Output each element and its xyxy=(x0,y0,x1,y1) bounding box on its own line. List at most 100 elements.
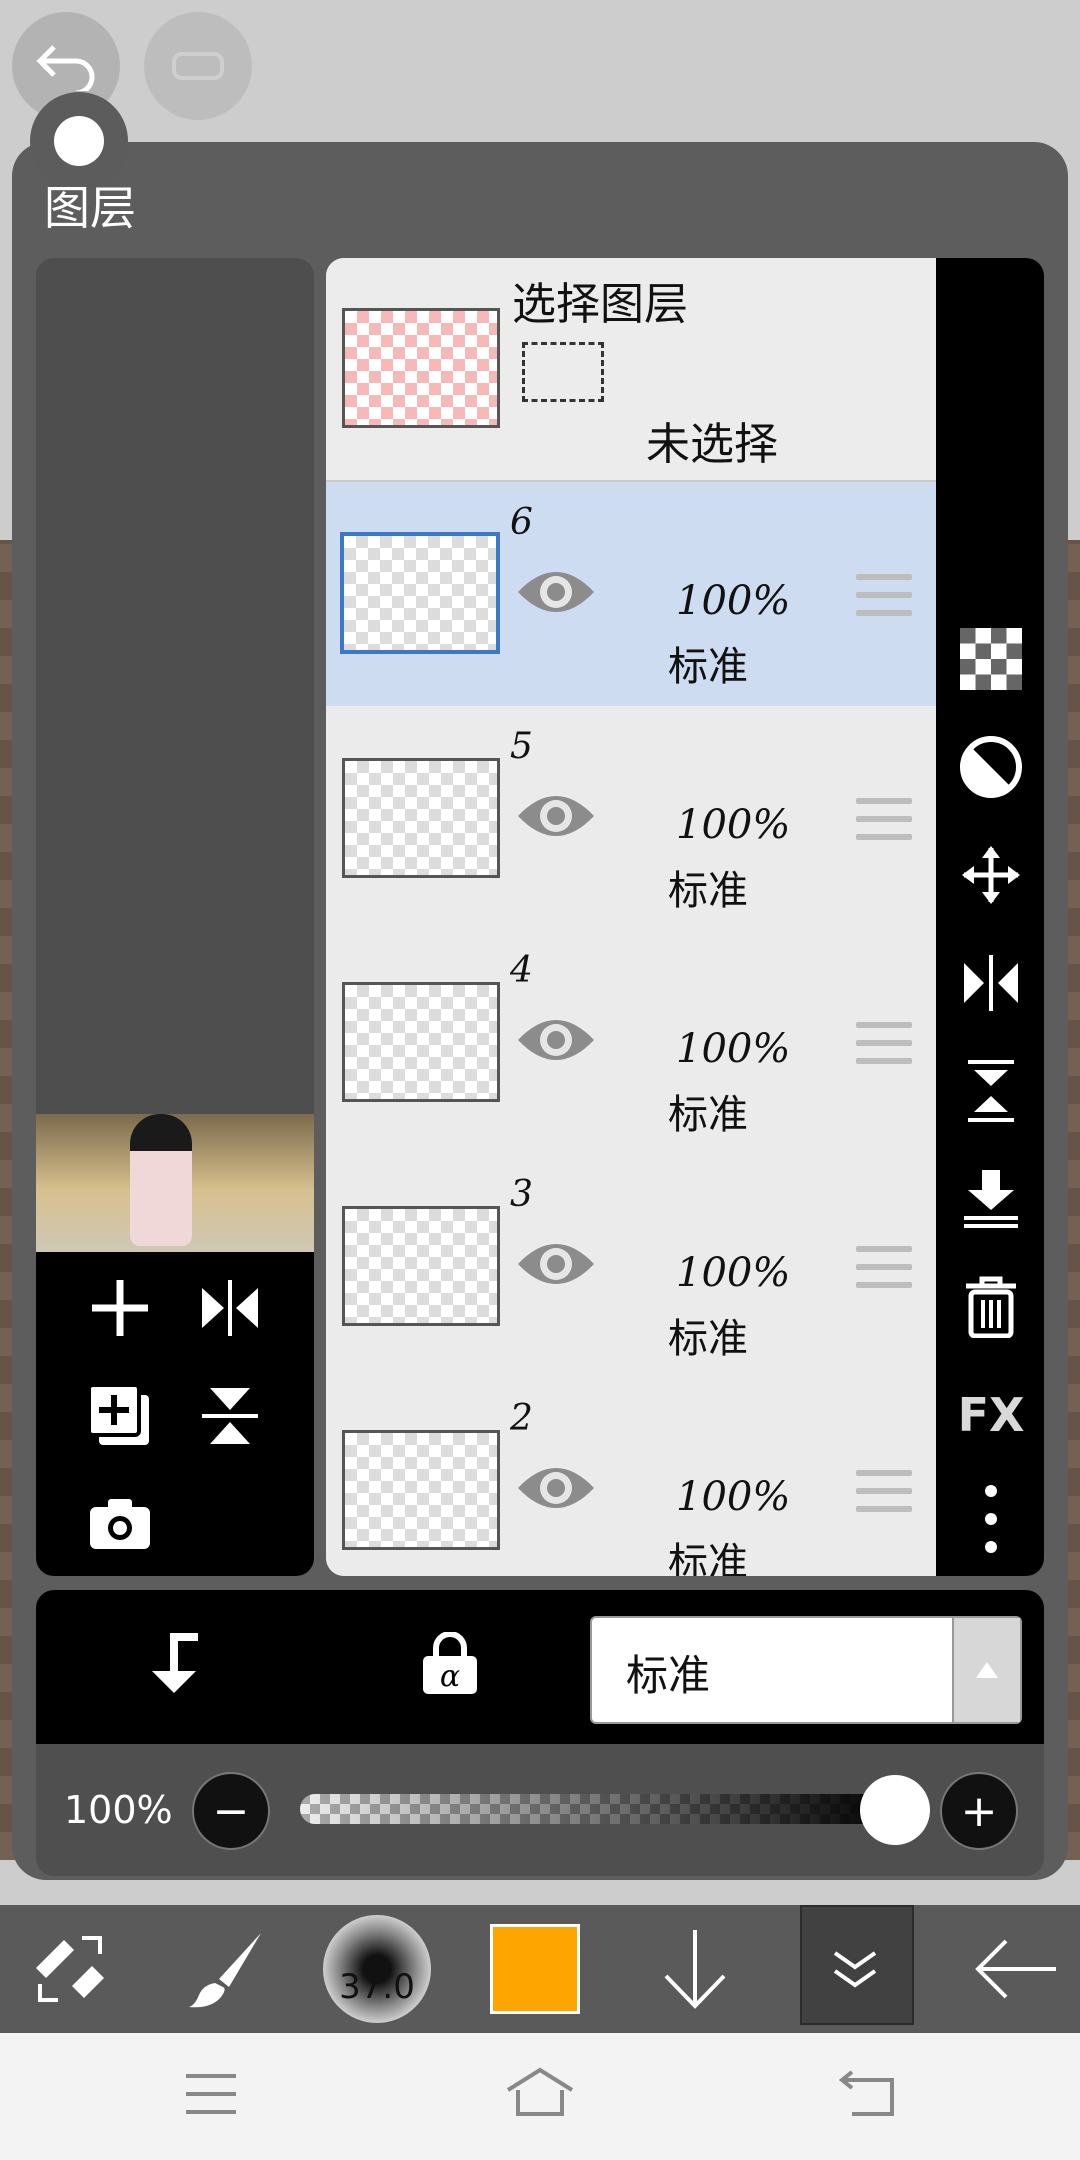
brush-size-preview: 37.0 xyxy=(323,1915,431,2023)
menu-icon[interactable] xyxy=(184,2072,238,2120)
layer-opacity: 100% xyxy=(676,1474,791,1520)
svg-text:α: α xyxy=(440,1659,460,1694)
chevron-up-icon xyxy=(952,1618,1020,1722)
blend-mode-value: 标准 xyxy=(626,1651,711,1700)
more-options-button[interactable] xyxy=(960,1485,1022,1553)
down-arrow-icon xyxy=(664,1930,726,2009)
more-icon xyxy=(985,1485,997,1553)
color-button[interactable] xyxy=(480,1905,590,2033)
brush-icon xyxy=(189,1933,261,2008)
eye-icon[interactable] xyxy=(516,1234,596,1294)
flip-vertical-icon xyxy=(202,1388,258,1444)
drag-handle-icon[interactable] xyxy=(856,574,912,620)
redo-icon xyxy=(172,52,224,80)
layer-blend-mode: 标准 xyxy=(668,868,748,914)
layer-blend-mode: 标准 xyxy=(668,1316,748,1362)
flip-layer-horizontal-button[interactable] xyxy=(960,952,1022,1014)
selection-thumbnail xyxy=(342,308,500,428)
minus-icon: − xyxy=(212,1785,250,1837)
drag-handle-icon[interactable] xyxy=(856,1246,912,1292)
layer-row[interactable]: 3 100% 标准 xyxy=(326,1154,936,1380)
opacity-decrease-button[interactable]: − xyxy=(192,1772,270,1850)
alpha-lock-icon: α xyxy=(423,1632,477,1694)
layer-opacity: 100% xyxy=(676,1026,791,1072)
brush-size-button[interactable]: 37.0 xyxy=(322,1905,432,2033)
drag-handle-icon[interactable] xyxy=(856,1470,912,1516)
layer-row[interactable]: 2 100% 标准 xyxy=(326,1378,936,1576)
reference-button[interactable] xyxy=(960,736,1022,798)
drag-handle-icon[interactable] xyxy=(856,798,912,844)
camera-button[interactable] xyxy=(80,1484,160,1564)
layer-thumbnail xyxy=(342,758,500,878)
back-arrow-icon xyxy=(975,1939,1056,1999)
clipping-button[interactable] xyxy=(136,1624,216,1704)
collapse-panel-button[interactable] xyxy=(800,1905,910,2033)
eye-icon[interactable] xyxy=(516,1458,596,1518)
thumbnail-figure xyxy=(130,1114,192,1246)
clip-arrow-icon xyxy=(152,1633,198,1693)
opacity-label: 100% xyxy=(64,1788,173,1832)
flip-layer-vertical-button[interactable] xyxy=(960,1060,1022,1122)
move-icon xyxy=(962,846,1020,904)
opacity-slider-track[interactable] xyxy=(300,1794,896,1824)
trash-icon xyxy=(966,1276,1016,1338)
undo-icon xyxy=(36,45,95,91)
selection-layer-row[interactable]: 选择图层 未选择 xyxy=(326,258,936,482)
layer-tools xyxy=(36,1252,314,1576)
flip-vertical-icon xyxy=(968,1060,1014,1122)
layer-thumbnail xyxy=(342,982,500,1102)
layer-blend-mode: 标准 xyxy=(668,1540,748,1576)
layer-blend-mode: 标准 xyxy=(668,644,748,690)
layer-number: 5 xyxy=(510,726,533,767)
eye-icon[interactable] xyxy=(516,786,596,846)
collapse-icon xyxy=(833,1951,877,1988)
selection-status: 未选择 xyxy=(646,419,778,470)
flip-vertical-button[interactable] xyxy=(190,1376,270,1456)
blend-mode-select[interactable]: 标准 xyxy=(590,1616,1022,1724)
swap-icon xyxy=(36,1936,104,2002)
eye-icon[interactable] xyxy=(516,562,596,622)
down-arrow-button[interactable] xyxy=(640,1905,750,2033)
brush-tool-button[interactable] xyxy=(172,1905,282,2033)
return-icon[interactable] xyxy=(838,2070,896,2122)
selection-title: 选择图层 xyxy=(512,279,688,330)
layer-row[interactable]: 6 100% 标准 xyxy=(326,482,936,708)
layer-thumbnail xyxy=(342,1430,500,1550)
duplicate-layer-button[interactable] xyxy=(80,1376,160,1456)
merge-down-button[interactable] xyxy=(960,1168,1022,1230)
brush-size-value: 37.0 xyxy=(339,1967,415,2007)
color-swatch xyxy=(490,1924,580,2014)
transparency-button[interactable] xyxy=(960,628,1022,690)
layer-blend-mode: 标准 xyxy=(668,1092,748,1138)
add-layer-button[interactable] xyxy=(80,1268,160,1348)
flip-horizontal-icon xyxy=(202,1280,258,1336)
move-button[interactable] xyxy=(960,844,1022,906)
layer-opacity: 100% xyxy=(676,578,791,624)
layer-thumbnail xyxy=(342,1206,500,1326)
layer-number: 2 xyxy=(510,1398,533,1439)
tool-switch-button[interactable] xyxy=(16,1905,126,2033)
camera-icon xyxy=(90,1499,150,1549)
opacity-slider-thumb[interactable] xyxy=(860,1775,930,1845)
layer-thumbnail xyxy=(340,532,500,654)
drag-handle-icon[interactable] xyxy=(856,1022,912,1068)
delete-layer-button[interactable] xyxy=(960,1276,1022,1338)
panel-title: 图层 xyxy=(44,181,136,235)
layer-row[interactable]: 4 100% 标准 xyxy=(326,930,936,1156)
alpha-lock-button[interactable]: α xyxy=(410,1624,490,1704)
redo-button[interactable] xyxy=(144,12,252,120)
layer-opacity: 100% xyxy=(676,1250,791,1296)
transparency-icon xyxy=(960,628,1022,690)
opacity-increase-button[interactable]: + xyxy=(940,1772,1018,1850)
fx-button[interactable]: FX xyxy=(958,1384,1025,1446)
add-layer-icon xyxy=(92,1280,148,1336)
circle-half-icon xyxy=(960,736,1022,798)
selection-marquee-icon xyxy=(522,342,604,402)
merge-down-icon xyxy=(964,1170,1018,1228)
back-button[interactable] xyxy=(960,1905,1070,2033)
home-icon[interactable] xyxy=(504,2066,576,2122)
eye-icon[interactable] xyxy=(516,1010,596,1070)
layer-action-strip: FX xyxy=(936,258,1044,1576)
layer-row[interactable]: 5 100% 标准 xyxy=(326,706,936,932)
flip-horizontal-button[interactable] xyxy=(190,1268,270,1348)
